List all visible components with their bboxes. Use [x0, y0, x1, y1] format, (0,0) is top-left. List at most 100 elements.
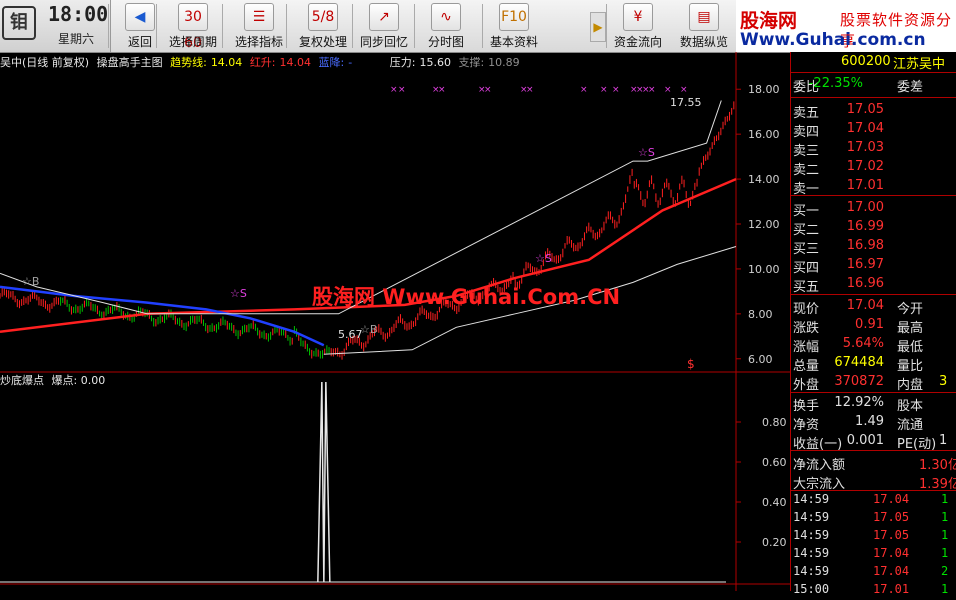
dollar-mark: $: [687, 357, 695, 371]
stat-row-label: 现价: [793, 302, 820, 317]
spike-mark: [317, 381, 331, 583]
bid-row-value: 16.99: [846, 219, 884, 234]
stat-row: 涨跌 0.91 最高: [791, 317, 956, 336]
clock-panel: 钼 18:00 星期六: [0, 0, 111, 52]
signal-s-mark: ☆S: [535, 252, 552, 265]
signal-s-mark: ☆S: [230, 287, 247, 300]
signal-b-mark: ☆B: [360, 323, 377, 336]
indicator-sub-value: 0.00: [80, 374, 106, 387]
bid-row: 买四 16.97: [791, 257, 956, 276]
ask-row: 卖五 17.05: [791, 102, 956, 121]
intraday-icon: ∿: [431, 3, 461, 31]
toolbar-button-calendar[interactable]: 30 60 选择周期: [160, 0, 226, 52]
bid-row-label: 买三: [793, 242, 820, 257]
stat-row-value: 674484: [834, 355, 884, 370]
ask-row: 卖三 17.03: [791, 140, 956, 159]
tick-volume: 1: [941, 582, 949, 596]
stat-row: 总量 674484 量比: [791, 355, 956, 374]
toolbar-button-label: 同步回忆: [359, 35, 408, 49]
ask-row-value: 17.04: [846, 121, 884, 136]
stock-title: 600200 江苏吴中: [791, 52, 956, 72]
tick-price: 17.05: [873, 510, 910, 524]
series-line: [0, 100, 722, 315]
data-overview-icon: ▤: [689, 3, 719, 31]
y-tick-label: 8.00: [748, 308, 773, 321]
indicator-header: 炒底爆点 爆点: 0.00: [0, 372, 105, 388]
toolbar-button-sync-chart[interactable]: ↗ 同步回忆: [356, 0, 412, 52]
y-tick-label: 14.00: [748, 173, 780, 186]
stat-row-label: 总量: [793, 359, 820, 374]
tick-time: 14:59: [793, 564, 830, 578]
toolbar-button-intraday[interactable]: ∿ 分时图: [418, 0, 474, 52]
stat-row-label2: 内盘: [897, 378, 924, 393]
toolbar-button-label: 基本资料: [489, 35, 538, 49]
clock-day: 星期六: [58, 32, 95, 46]
cross-mark: ×: [398, 85, 406, 95]
quote-panel: 600200 江苏吴中 委比 -22.35% 委差 卖五 17.05 卖四 17.04…: [790, 52, 956, 596]
tick-price: 17.05: [873, 528, 910, 542]
bid-row-label: 买一: [793, 204, 820, 219]
sub-y-tick-label: 0.20: [762, 536, 787, 549]
toolbar-button-money-flow[interactable]: ¥ 资金流向: [610, 0, 666, 52]
stat-row-value: 17.04: [846, 298, 884, 313]
toolbar-button-label: 数据纵览: [679, 35, 728, 49]
tick-price: 17.04: [873, 492, 910, 506]
toolbar-button-label: 选择指标: [234, 35, 283, 49]
ask-row-label: 卖三: [793, 144, 820, 159]
tick-price: 17.04: [873, 546, 910, 560]
flow-value: 1.30亿: [919, 458, 956, 473]
high-price-label: 17.55: [670, 96, 702, 109]
tick-time: 14:59: [793, 528, 830, 542]
bid-row-value: 16.97: [846, 257, 884, 272]
series-line: [0, 285, 325, 347]
cross-mark: ×: [438, 85, 446, 95]
sync-chart-icon: ↗: [369, 3, 399, 31]
tick-volume: 1: [941, 528, 949, 542]
calendar-icon: 30 60: [178, 3, 208, 51]
banner-title: 股海网: [740, 10, 798, 32]
low-price-label: 5.67: [338, 328, 363, 341]
bid-row-label: 买五: [793, 280, 820, 295]
kline-chart[interactable]: 18.00 16.00 14.00 12.00 10.00 8.00 6.00 0.80 0.6…: [0, 52, 790, 591]
order-ratio-value: -22.35%: [808, 76, 863, 91]
cross-mark: ×: [526, 85, 534, 95]
ask-row-value: 17.02: [846, 159, 884, 174]
signal-s-mark: ☆S: [638, 146, 655, 159]
tick-time: 15:00: [793, 582, 830, 596]
stat-row: 现价 17.04 今开: [791, 298, 956, 317]
toolbar-scroll-right-icon[interactable]: ▶: [590, 12, 606, 42]
tick-volume: 1: [941, 492, 949, 506]
order-diff-label: 委差: [897, 80, 924, 95]
toolbar-button-indicator[interactable]: ☰ 选择指标: [226, 0, 292, 52]
tick-volume: 1: [941, 546, 949, 560]
stat-row-label: 外盘: [793, 378, 820, 393]
adjust-icon: 5/8: [308, 3, 338, 31]
indicator-sub-label: 爆点:: [51, 374, 78, 387]
cross-mark: ×: [484, 85, 492, 95]
ask-row-label: 卖五: [793, 106, 820, 121]
stat2-row-label: 净资: [793, 418, 820, 433]
stat2-row: 换手 12.92% 股本: [791, 395, 956, 414]
stat2-row-value: 12.92%: [834, 395, 884, 410]
stock-code: 600200: [841, 54, 891, 69]
tick-time: 14:59: [793, 492, 830, 506]
toolbar-button-label: 资金流向: [613, 35, 662, 49]
toolbar-button-f10[interactable]: F10 基本资料: [486, 0, 542, 52]
cross-mark: ×: [648, 85, 656, 95]
tick-row: 14:59 17.04 1: [791, 546, 956, 564]
toolbar-button-adjust[interactable]: 5/8 复权处理: [290, 0, 356, 52]
flow-row: 净流入额 1.30亿: [791, 454, 956, 473]
ask-row-label: 卖二: [793, 163, 820, 178]
cross-mark: ×: [580, 85, 588, 95]
ask-row-value: 17.05: [846, 102, 884, 117]
bid-row-value: 16.98: [846, 238, 884, 253]
y-tick-label: 16.00: [748, 128, 780, 141]
toolbar-button-data-overview[interactable]: ▤ 数据纵览: [676, 0, 732, 52]
tick-volume: 1: [941, 510, 949, 524]
stat-row-value: 370872: [834, 374, 884, 389]
back-arrow-icon: ◀: [125, 3, 155, 31]
tick-row: 15:00 17.01 1: [791, 582, 956, 600]
tick-row: 14:59 17.05 1: [791, 528, 956, 546]
tick-row: 14:59 17.05 1: [791, 510, 956, 528]
tick-price: 17.01: [873, 582, 910, 596]
